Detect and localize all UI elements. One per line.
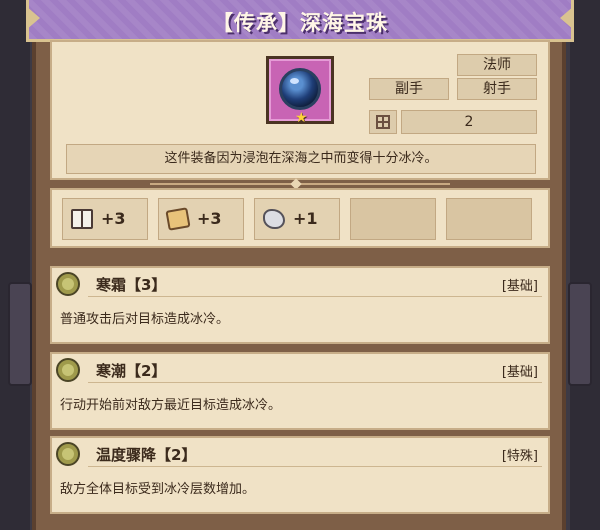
stone-icon [263,209,285,229]
slot-count-icon-box [369,110,397,134]
item-description: 这件装备因为浸泡在深海之中而变得十分冰冷。 [66,144,536,174]
stat-value: +1 [293,209,318,228]
scroll-icon [165,207,191,231]
item-title: 【传承】深海宝珠 [212,11,388,35]
slot-tag-offhand: 副手 [369,78,449,100]
medal-icon [56,442,80,466]
effect-header: 寒霜【3】 [基础] [52,268,548,298]
stat-slot-book[interactable]: +3 [62,198,148,240]
effect-name: 寒霜【3】 [96,276,167,294]
effect-entry[interactable]: 寒潮【2】 [基础] 行动开始前对敌方最近目标造成冰冷。 [50,352,550,430]
medal-icon [56,358,80,382]
effect-separator [88,466,542,467]
effect-header: 寒潮【2】 [基础] [52,354,548,384]
section-divider [150,178,450,190]
effect-name: 温度骤降【2】 [96,446,197,464]
grid-slot-icon [376,115,390,129]
title-bar: 【传承】深海宝珠 [26,0,574,42]
background-left [0,0,30,530]
stat-value: +3 [197,209,222,228]
effect-entry[interactable]: 温度骤降【2】 [特殊] 敌方全体目标受到冰冷层数增加。 [50,436,550,514]
stat-slot-scroll[interactable]: +3 [158,198,244,240]
item-icon-frame[interactable]: ★ [266,56,334,126]
class-tag-mage: 法师 [457,54,537,76]
stat-slot-empty [446,198,532,240]
effect-type: [基础] [501,279,538,294]
effect-type: [基础] [501,365,538,380]
effect-header: 温度骤降【2】 [特殊] [52,438,548,468]
effect-description: 敌方全体目标受到冰冷层数增加。 [60,482,256,497]
pearl-highlight [290,78,299,84]
effect-type: [特殊] [501,449,538,464]
effect-entry[interactable]: 寒霜【3】 [基础] 普通攻击后对目标造成冰冷。 [50,266,550,344]
medal-icon [56,272,80,296]
star-icon: ★ [295,110,308,126]
effect-description: 行动开始前对敌方最近目标造成冰冷。 [60,398,282,413]
stat-value: +3 [101,209,126,228]
stats-panel: +3 +3 +1 [50,188,550,248]
book-icon [71,209,93,229]
stat-slot-stone[interactable]: +1 [254,198,340,240]
background-right [570,0,600,530]
effect-description: 普通攻击后对目标造成冰冷。 [60,312,230,327]
slot-count-value: 2 [401,110,537,134]
stat-slot-empty [350,198,436,240]
item-info-panel: ★ 法师 副手 射手 2 这件装备因为浸泡在深海之中而变得十分冰冷。 [50,40,550,180]
slot-tag-archer: 射手 [457,78,537,100]
effect-separator [88,296,542,297]
left-side-decoration [8,282,32,386]
effect-name: 寒潮【2】 [96,362,167,380]
right-side-decoration [568,282,592,386]
effect-separator [88,382,542,383]
blue-pearl-icon [279,68,321,110]
